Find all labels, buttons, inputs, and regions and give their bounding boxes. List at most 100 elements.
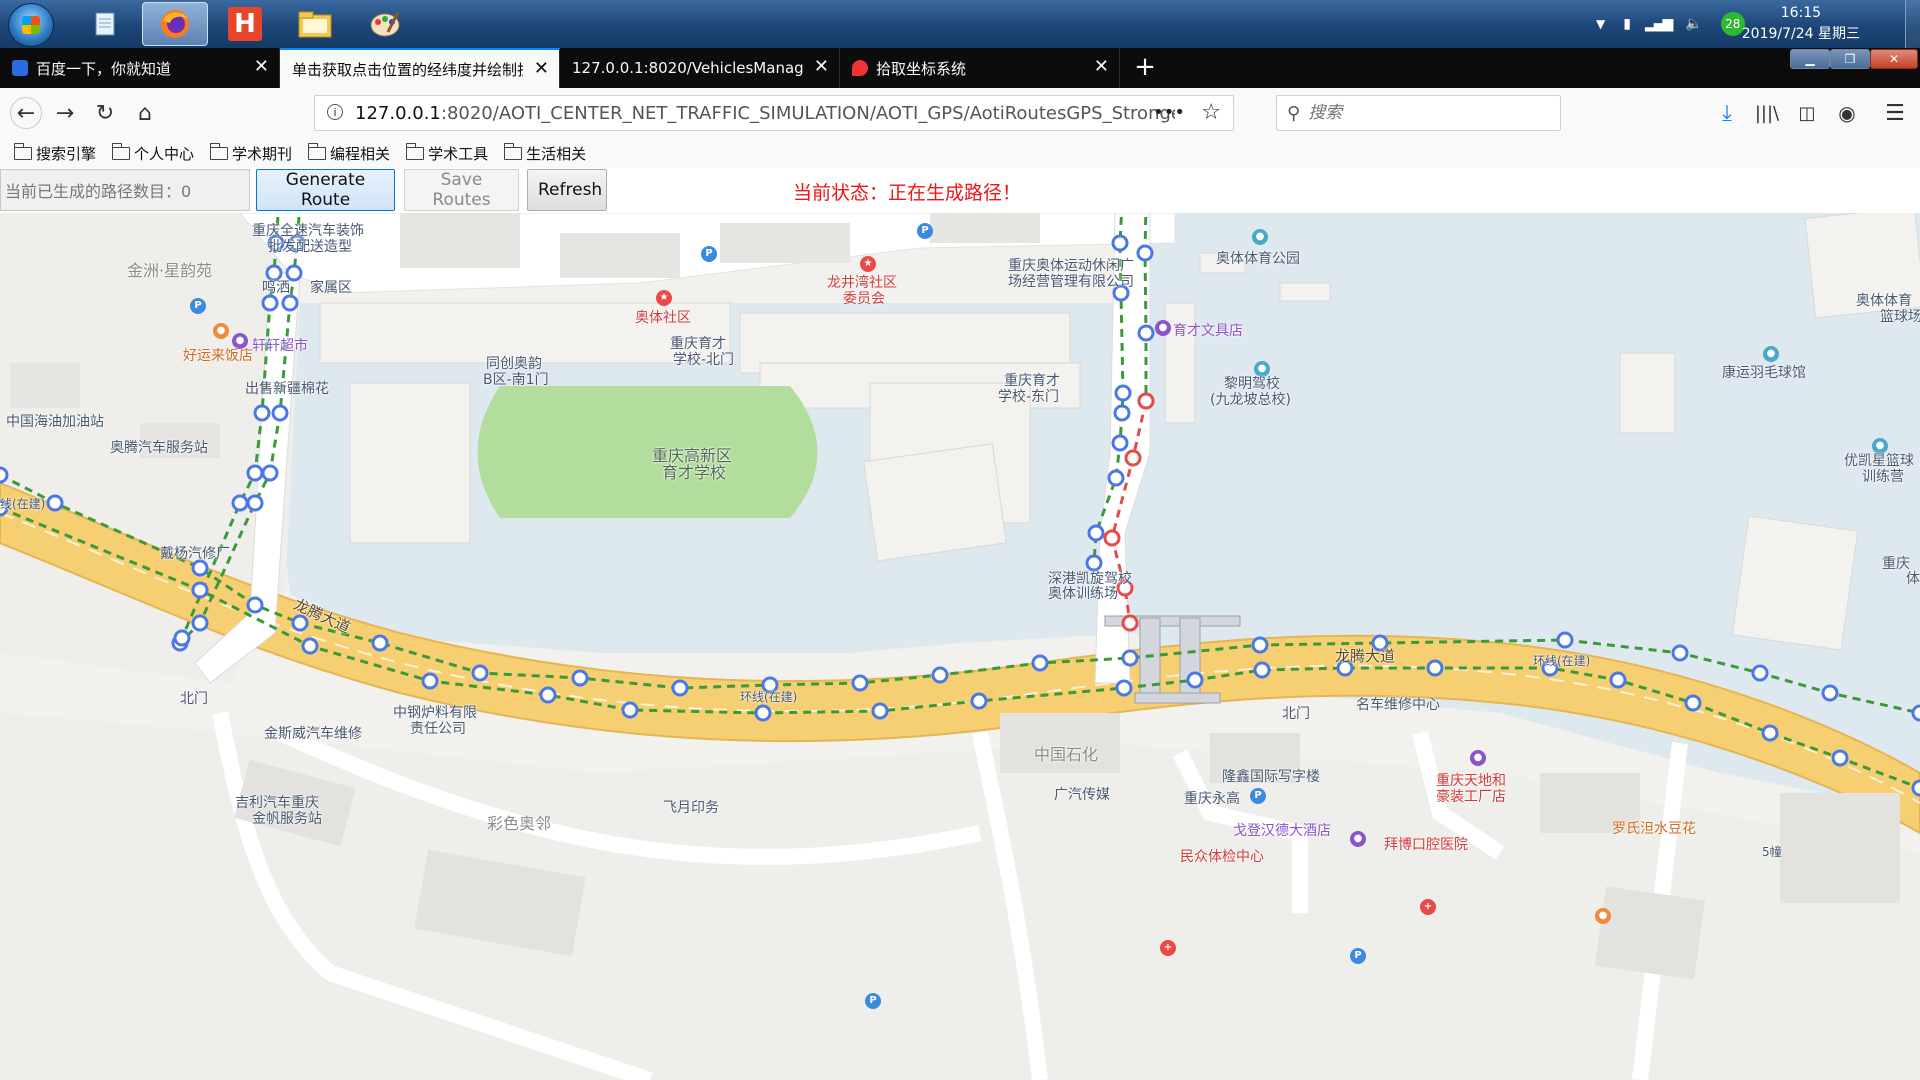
route-vertex-marker[interactable]	[191, 581, 209, 599]
start-button[interactable]	[8, 3, 54, 47]
route-vertex-marker[interactable]	[1671, 644, 1689, 662]
route-vertex-marker[interactable]	[261, 294, 279, 312]
route-vertex-marker[interactable]	[1684, 694, 1702, 712]
route-vertex-marker[interactable]	[246, 494, 264, 512]
battery-icon[interactable]: ▮	[1623, 16, 1631, 32]
address-bar[interactable]: i 127.0.0.1:8020/AOTI_CENTER_NET_TRAFFIC…	[314, 95, 1234, 131]
site-info-icon[interactable]: i	[327, 104, 343, 120]
tab-coordinate-picker[interactable]: 拾取坐标系统 ✕	[840, 48, 1120, 88]
tab-vehicles-management[interactable]: 127.0.0.1:8020/VehiclesManagement ✕	[560, 48, 840, 88]
route-count-field[interactable]	[0, 169, 250, 211]
route-vertex-marker[interactable]	[754, 704, 772, 722]
route-vertex-marker[interactable]	[1136, 244, 1154, 262]
paint-taskbar-icon[interactable]	[352, 2, 418, 46]
page-actions-icon[interactable]: •••	[1153, 102, 1185, 123]
bookmark-folder-journals[interactable]: 学术期刊	[209, 142, 292, 164]
search-input[interactable]	[1306, 102, 1531, 124]
route-vertex-marker[interactable]	[231, 494, 249, 512]
library-icon[interactable]: |||\	[1752, 98, 1782, 128]
route-vertex-marker[interactable]	[1103, 529, 1121, 547]
firefox-taskbar-icon[interactable]	[142, 2, 208, 46]
file-explorer-taskbar-icon[interactable]	[282, 2, 348, 46]
route-vertex-marker[interactable]	[261, 464, 279, 482]
notepad-taskbar-icon[interactable]	[72, 2, 138, 46]
route-vertex-marker[interactable]	[421, 672, 439, 690]
route-vertex-marker[interactable]	[1087, 524, 1105, 542]
minimize-button[interactable]: ▁	[1790, 49, 1830, 69]
route-vertex-marker[interactable]	[253, 404, 271, 422]
route-vertex-marker[interactable]	[1137, 324, 1155, 342]
route-vertex-marker[interactable]	[1111, 234, 1129, 252]
route-vertex-marker[interactable]	[1085, 554, 1103, 572]
route-vertex-marker[interactable]	[871, 702, 889, 720]
route-vertex-marker[interactable]	[1761, 724, 1779, 742]
route-vertex-marker[interactable]	[1107, 469, 1125, 487]
route-vertex-marker[interactable]	[46, 494, 64, 512]
route-vertex-marker[interactable]	[471, 664, 489, 682]
route-vertex-marker[interactable]	[1253, 661, 1271, 679]
route-vertex-marker[interactable]	[851, 674, 869, 692]
hbuilder-taskbar-icon[interactable]: H	[212, 2, 278, 46]
route-vertex-marker[interactable]	[571, 669, 589, 687]
route-vertex-marker[interactable]	[191, 559, 209, 577]
tray-expand-icon[interactable]: ▼	[1596, 17, 1605, 31]
account-icon[interactable]: ◉	[1832, 98, 1862, 128]
menu-icon[interactable]: ☰	[1880, 98, 1910, 128]
bookmark-folder-search-engines[interactable]: 搜索引擎	[13, 142, 96, 164]
route-vertex-marker[interactable]	[191, 614, 209, 632]
home-icon[interactable]: ⌂	[130, 98, 160, 128]
tab-click-coordinate[interactable]: 单击获取点击位置的经纬度并绘制折线 ✕	[280, 48, 560, 88]
route-vertex-marker[interactable]	[1031, 654, 1049, 672]
route-vertex-marker[interactable]	[1751, 664, 1769, 682]
route-vertex-marker[interactable]	[271, 404, 289, 422]
close-tab-icon[interactable]: ✕	[534, 60, 549, 78]
route-vertex-marker[interactable]	[301, 637, 319, 655]
back-arrow-icon[interactable]: ←	[10, 97, 42, 129]
route-vertex-marker[interactable]	[1251, 636, 1269, 654]
route-vertex-marker[interactable]	[931, 666, 949, 684]
route-vertex-marker[interactable]	[1609, 671, 1627, 689]
route-vertex-marker[interactable]	[970, 692, 988, 710]
generate-route-button[interactable]: Generate Route	[256, 169, 395, 211]
close-window-button[interactable]: ✕	[1870, 49, 1918, 69]
downloads-icon[interactable]: ⤓	[1712, 98, 1742, 128]
route-vertex-marker[interactable]	[671, 679, 689, 697]
tab-baidu[interactable]: 百度一下，你就知道 ✕	[0, 48, 280, 88]
restore-button[interactable]: ❐	[1830, 49, 1870, 69]
reload-icon[interactable]: ↻	[90, 98, 120, 128]
route-vertex-marker[interactable]	[281, 294, 299, 312]
close-tab-icon[interactable]: ✕	[1094, 58, 1109, 76]
new-tab-button[interactable]: +	[1130, 53, 1160, 83]
forward-arrow-icon[interactable]: →	[50, 98, 80, 128]
route-vertex-marker[interactable]	[539, 686, 557, 704]
save-routes-button[interactable]: Save Routes	[404, 169, 519, 211]
route-vertex-marker[interactable]	[1556, 631, 1574, 649]
route-vertex-marker[interactable]	[0, 466, 9, 484]
close-tab-icon[interactable]: ✕	[814, 58, 829, 76]
refresh-button[interactable]: Refresh	[527, 169, 607, 211]
route-vertex-marker[interactable]	[246, 596, 264, 614]
route-vertex-marker[interactable]	[1111, 434, 1129, 452]
system-clock[interactable]: 16:15 2019/7/24 星期三	[1742, 3, 1860, 45]
bookmark-folder-academic-tools[interactable]: 学术工具	[405, 142, 488, 164]
route-vertex-marker[interactable]	[173, 629, 191, 647]
map-canvas[interactable]: P P P P P P ★ ★ ● + + ● ● ● ● ● ● ● ● ● …	[0, 213, 1920, 1080]
route-vertex-marker[interactable]	[1124, 449, 1142, 467]
sidebar-icon[interactable]: ◫	[1792, 98, 1822, 128]
volume-icon[interactable]: 🔈	[1685, 16, 1702, 32]
route-vertex-marker[interactable]	[265, 264, 283, 282]
route-vertex-marker[interactable]	[1426, 659, 1444, 677]
route-vertex-marker[interactable]	[1821, 684, 1839, 702]
route-vertex-marker[interactable]	[246, 464, 264, 482]
route-vertex-marker[interactable]	[1115, 679, 1133, 697]
bookmark-folder-life[interactable]: 生活相关	[503, 142, 586, 164]
close-tab-icon[interactable]: ✕	[254, 58, 269, 76]
route-vertex-marker[interactable]	[1121, 614, 1139, 632]
route-vertex-marker[interactable]	[1113, 404, 1131, 422]
route-vertex-marker[interactable]	[1911, 779, 1920, 797]
route-vertex-marker[interactable]	[285, 264, 303, 282]
route-vertex-marker[interactable]	[1114, 384, 1132, 402]
route-vertex-marker[interactable]	[371, 634, 389, 652]
route-vertex-marker[interactable]	[1137, 392, 1155, 410]
route-vertex-marker[interactable]	[1911, 704, 1920, 722]
